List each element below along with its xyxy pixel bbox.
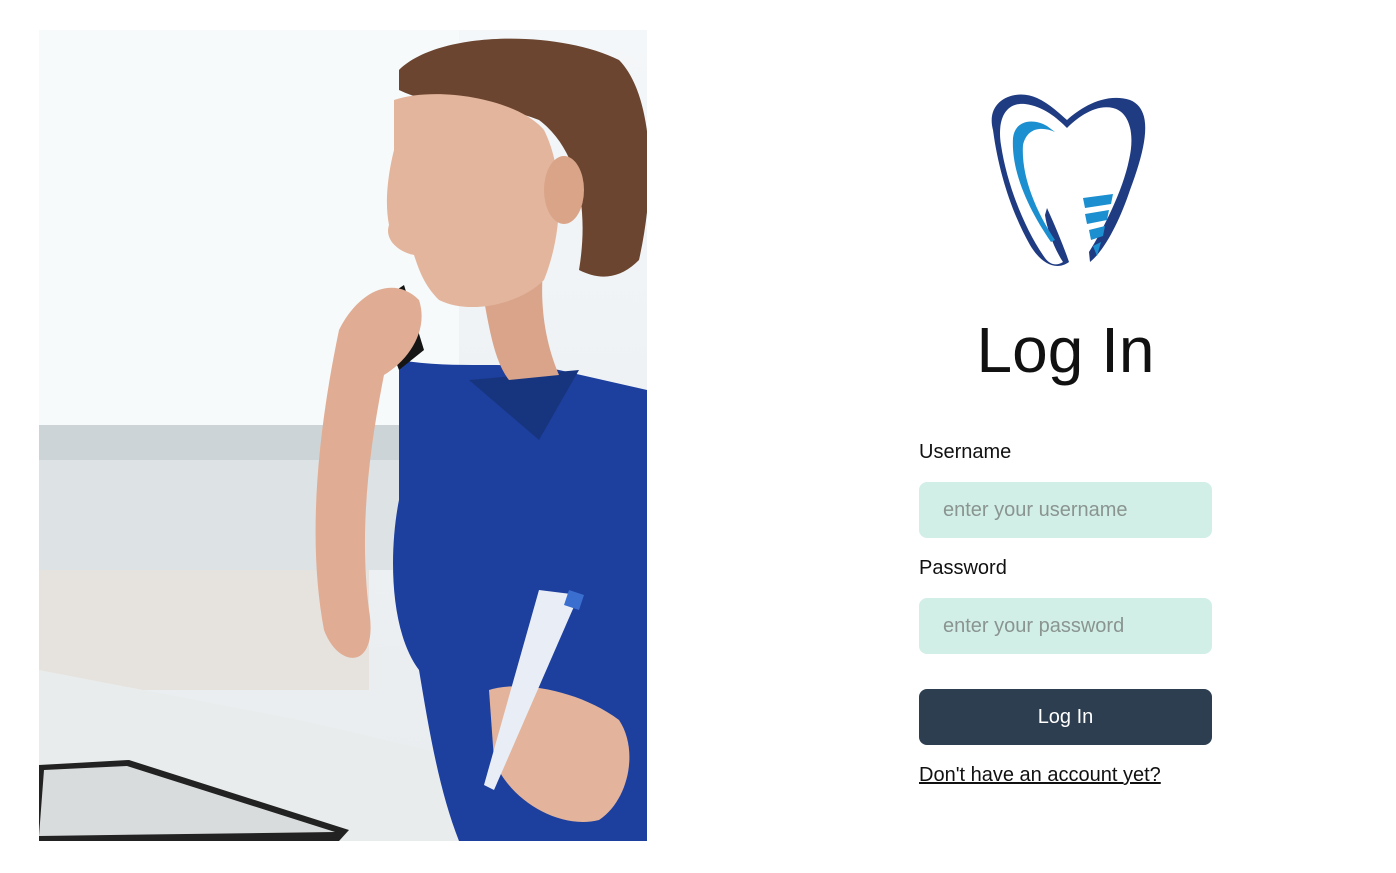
receptionist-photo: [39, 30, 647, 841]
login-button[interactable]: Log In: [919, 689, 1212, 745]
password-label: Password: [919, 557, 1007, 579]
username-input[interactable]: [919, 482, 1212, 538]
login-page: Log In Username Password Log In Don't ha…: [0, 0, 1396, 873]
tooth-logo-svg: [991, 94, 1146, 266]
receptionist-on-phone-photo: [39, 30, 647, 841]
tooth-implant-logo-icon: [985, 90, 1147, 266]
password-input[interactable]: [919, 598, 1212, 654]
signup-link[interactable]: Don't have an account yet?: [919, 763, 1161, 787]
page-title: Log In: [976, 314, 1155, 386]
username-label: Username: [919, 441, 1012, 463]
